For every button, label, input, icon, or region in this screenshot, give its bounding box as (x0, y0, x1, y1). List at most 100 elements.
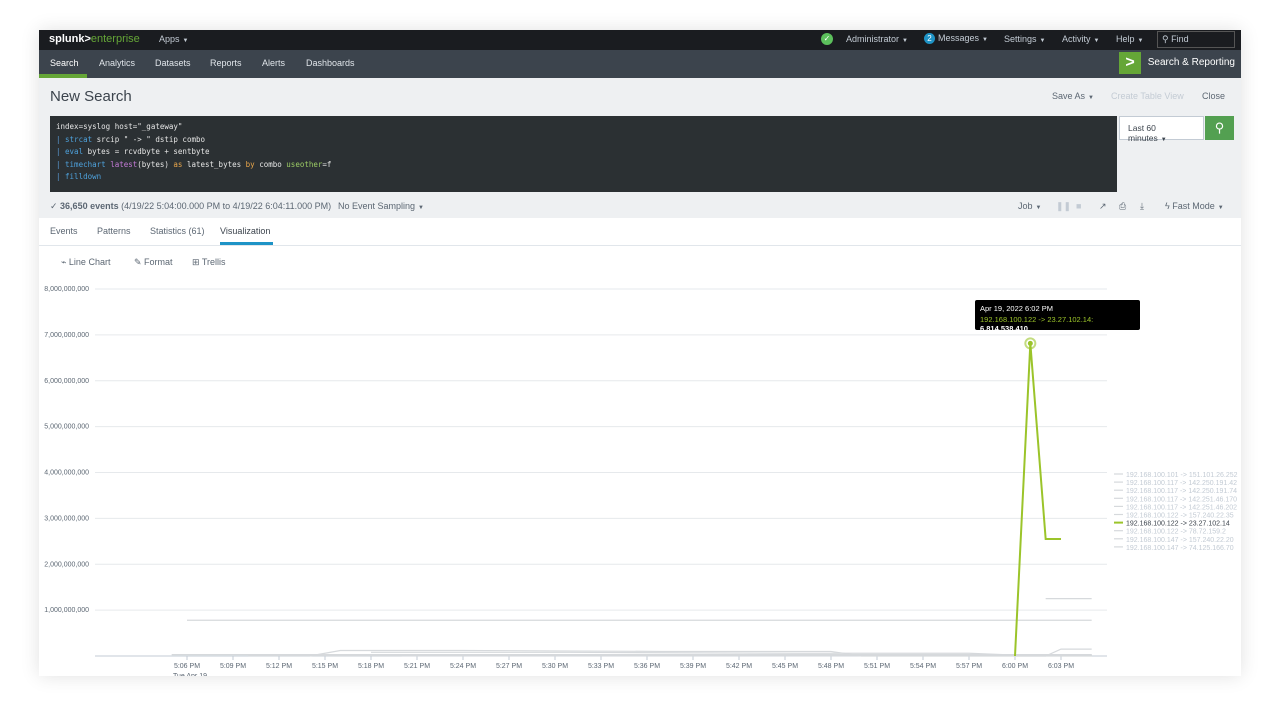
tab-patterns[interactable]: Patterns (97, 226, 131, 236)
search-icon: ⚲ (1214, 120, 1225, 135)
app-logo-icon: > (1119, 52, 1141, 74)
search-query-editor[interactable]: index=syslog host="_gateway" | strcat sr… (50, 116, 1117, 192)
nav-item-datasets[interactable]: Datasets (155, 58, 191, 68)
trellis-button[interactable]: ⊞ Trellis (192, 257, 226, 268)
app-window: splunk>enterprise Apps ▼ ✓ Administrator ▼… (39, 30, 1241, 676)
messages-label: Messages (938, 33, 980, 43)
query-argument: useother (286, 159, 323, 169)
legend-item: 192.168.100.147 -> 74.125.166.70 (1126, 545, 1234, 552)
events-summary: ✓ 36,650 events (4/19/22 5:04:00.000 PM … (50, 201, 331, 212)
caret-down-icon: ▼ (1160, 137, 1167, 143)
x-tick-label: 5:18 PM (358, 663, 384, 670)
apps-label: Apps (159, 34, 180, 44)
caret-down-icon: ▼ (1035, 205, 1042, 211)
admin-menu[interactable]: Administrator ▼ (846, 34, 908, 44)
line-chart-label: Line Chart (68, 257, 111, 267)
job-label: Job (1018, 201, 1033, 211)
y-tick-label: 2,000,000,000 (44, 561, 89, 568)
caret-down-icon: ▼ (902, 38, 908, 44)
nav-item-search[interactable]: Search (50, 58, 79, 68)
print-icon[interactable]: ⎙ (1119, 201, 1126, 212)
nav-item-reports[interactable]: Reports (210, 58, 242, 68)
caret-down-icon: ▼ (1093, 38, 1100, 44)
save-as-button[interactable]: Save As ▼ (1052, 91, 1094, 101)
sampling-dropdown[interactable]: No Event Sampling ▼ (338, 201, 424, 211)
nav-item-alerts[interactable]: Alerts (262, 58, 285, 68)
create-table-view-button[interactable]: Create Table View (1111, 91, 1184, 101)
y-tick-label: 7,000,000,000 (44, 332, 89, 339)
settings-label: Settings (1004, 34, 1037, 44)
format-label: Format (144, 257, 173, 267)
x-tick-label: 5:42 PM (726, 663, 752, 670)
results-tabs: Events Patterns Statistics (61) Visualiz… (39, 218, 1241, 246)
settings-menu[interactable]: Settings ▼ (1004, 34, 1045, 44)
top-bar: splunk>enterprise Apps ▼ ✓ Administrator ▼… (39, 30, 1241, 50)
query-line: index=syslog host="_gateway" (56, 121, 1111, 134)
legend-item: 192.168.100.117 -> 142.251.46.170 (1126, 496, 1237, 503)
export-icon[interactable]: ⤓ (1140, 201, 1144, 212)
caret-down-icon: ▼ (1217, 205, 1224, 211)
query-line: | timechart latest(bytes) as latest_byte… (56, 159, 1111, 172)
app-title[interactable]: Search & Reporting (1148, 57, 1235, 68)
nav-item-dashboards[interactable]: Dashboards (306, 58, 355, 68)
tab-events[interactable]: Events (50, 226, 78, 236)
close-button[interactable]: Close (1202, 91, 1225, 101)
find-input[interactable]: ⚲ Find (1157, 31, 1235, 48)
x-tick-label: 5:57 PM (956, 663, 982, 670)
page-header: New Search Save As ▼ Create Table View Cl… (39, 78, 1241, 116)
x-tick-label: 5:39 PM (680, 663, 706, 670)
splunk-logo[interactable]: splunk>enterprise (49, 33, 140, 45)
job-menu[interactable]: Job ▼ (1018, 201, 1041, 211)
tooltip-value: 6,814,538,410 (980, 324, 1028, 333)
query-command: eval (65, 147, 84, 156)
help-menu[interactable]: Help ▼ (1116, 34, 1143, 44)
line-chart-picker[interactable]: ⌁ Line Chart (61, 257, 110, 268)
query-keyword: by (245, 159, 255, 169)
caret-down-icon: ▼ (1039, 38, 1046, 44)
query-pipe: | (56, 159, 66, 169)
visualization-toolbar: ⌁ Line Chart ✎ Format ⊞ Trellis (39, 246, 1241, 276)
stop-icon[interactable]: ■ (1076, 201, 1081, 211)
series-line (1014, 343, 1061, 657)
x-tick-label: 5:54 PM (910, 663, 936, 670)
messages-count-badge: 2 (924, 33, 935, 44)
apps-menu[interactable]: Apps ▼ (159, 34, 188, 44)
sampling-label: No Event Sampling (338, 201, 416, 211)
messages-menu[interactable]: 2 Messages ▼ (924, 33, 988, 44)
query-line: | strcat srcip " -> " dstip combo (56, 134, 1111, 147)
pencil-icon: ✎ (134, 257, 145, 267)
health-ok-icon[interactable]: ✓ (821, 33, 833, 45)
caret-down-icon: ▼ (182, 38, 189, 44)
line-chart-icon: ⌁ (61, 257, 69, 267)
query-function: latest (110, 159, 138, 169)
query-line: | filldown (56, 171, 1111, 184)
x-tick-label: 5:51 PM (864, 663, 890, 670)
pause-icon[interactable]: ❚❚ (1056, 201, 1071, 212)
activity-menu[interactable]: Activity ▼ (1062, 34, 1099, 44)
query-line: | eval bytes = rcvdbyte + sentbyte (56, 146, 1111, 159)
tooltip-time: Apr 19, 2022 6:02 PM (980, 304, 1053, 313)
chart-svg: 8,000,000,000 7,000,000,000 6,000,000,000 5… (44, 286, 1237, 676)
chart-tooltip: Apr 19, 2022 6:02 PM 192.168.100.122 -> … (975, 300, 1140, 333)
x-tick-label: 5:36 PM (634, 663, 660, 670)
line-chart[interactable]: 8,000,000,000 7,000,000,000 6,000,000,000 5… (39, 276, 1241, 676)
legend-item: 192.168.100.147 -> 157.240.22.20 (1126, 537, 1234, 544)
nav-item-analytics[interactable]: Analytics (99, 58, 135, 68)
legend-item: 192.168.100.117 -> 142.250.191.42 (1126, 480, 1237, 487)
x-tick-label: 5:06 PM (174, 663, 200, 670)
legend-item: 192.168.100.117 -> 142.250.191.74 (1126, 488, 1237, 495)
query-command: filldown (65, 172, 102, 181)
format-button[interactable]: ✎ Format (134, 257, 173, 268)
tab-visualization[interactable]: Visualization (220, 226, 270, 236)
x-tick-label: 5:09 PM (220, 663, 246, 670)
query-pipe: | (56, 147, 66, 156)
share-icon[interactable]: ↗ (1099, 201, 1107, 212)
search-mode-menu[interactable]: ϟ Fast Mode ▼ (1165, 201, 1224, 211)
query-text: index=syslog host="_gateway" (56, 122, 183, 131)
page-title: New Search (50, 88, 132, 105)
time-range-picker[interactable]: Last 60 minutes ▼ (1119, 116, 1204, 143)
activity-label: Activity (1062, 34, 1091, 44)
save-as-label: Save As (1052, 91, 1086, 101)
tab-statistics[interactable]: Statistics (61) (150, 226, 205, 236)
search-button[interactable]: ⚲ (1205, 116, 1234, 140)
